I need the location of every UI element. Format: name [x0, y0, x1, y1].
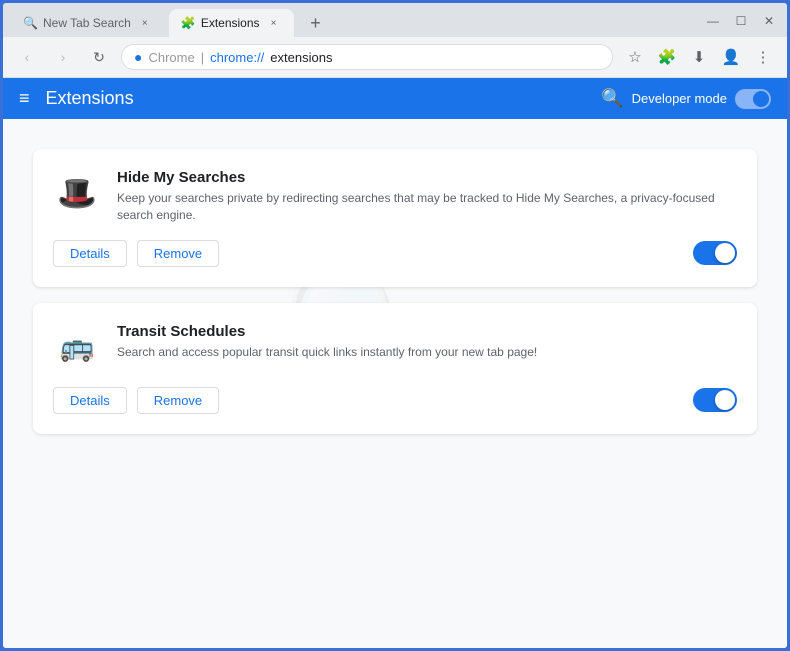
tab-new-tab-search[interactable]: 🔍 New Tab Search ×: [11, 9, 165, 37]
back-button[interactable]: ‹: [13, 43, 41, 71]
extension-description-2: Search and access popular transit quick …: [117, 344, 737, 361]
extension-info-2: Transit Schedules Search and access popu…: [117, 323, 737, 371]
tab-new-tab-search-label: New Tab Search: [43, 16, 131, 30]
extension-card-hide-my-searches: 🎩 Hide My Searches Keep your searches pr…: [33, 149, 757, 287]
minimize-button[interactable]: —: [703, 14, 723, 28]
tab-search-icon: 🔍: [23, 16, 37, 30]
extensions-header: ≡ Extensions 🔍 Developer mode: [3, 78, 787, 119]
hide-my-searches-toggle[interactable]: [693, 241, 737, 265]
transit-schedules-toggle[interactable]: [693, 388, 737, 412]
forward-button[interactable]: ›: [49, 43, 77, 71]
extension-name-2: Transit Schedules: [117, 323, 737, 340]
developer-mode-toggle[interactable]: [735, 89, 771, 109]
address-separator: |: [201, 50, 204, 65]
window-controls: — ☐ ✕: [703, 14, 779, 32]
address-path: extensions: [270, 50, 332, 65]
transit-schedules-remove-button[interactable]: Remove: [137, 387, 219, 414]
hide-my-searches-details-button[interactable]: Details: [53, 240, 127, 267]
extension-name: Hide My Searches: [117, 169, 737, 186]
transit-schedules-details-button[interactable]: Details: [53, 387, 127, 414]
hide-my-searches-remove-button[interactable]: Remove: [137, 240, 219, 267]
extension-card-top: 🎩 Hide My Searches Keep your searches pr…: [53, 169, 737, 224]
main-content: 🔍 rish.com 🎩 Hide My Searches Keep your …: [3, 119, 787, 648]
tab-extensions-label: Extensions: [201, 16, 260, 30]
downloads-button[interactable]: ⬇: [685, 43, 713, 71]
address-bar[interactable]: ● Chrome | chrome:// extensions: [121, 44, 613, 70]
extension-card-top-2: 🚌 Transit Schedules Search and access po…: [53, 323, 737, 371]
address-protocol: chrome://: [210, 50, 264, 65]
menu-button[interactable]: ⋮: [749, 43, 777, 71]
nav-actions: ☆ 🧩 ⬇ 👤 ⋮: [621, 43, 777, 71]
tab-extensions-close[interactable]: ×: [266, 15, 282, 31]
extensions-page-title: Extensions: [46, 88, 602, 109]
extension-card-bottom-2: Details Remove: [53, 387, 737, 414]
extension-description: Keep your searches private by redirectin…: [117, 190, 737, 224]
tab-extensions-icon: 🧩: [181, 16, 195, 30]
transit-schedules-icon: 🚌: [53, 323, 101, 371]
developer-mode-section: 🔍 Developer mode: [601, 88, 771, 109]
new-tab-button[interactable]: +: [302, 9, 330, 37]
profile-button[interactable]: 👤: [717, 43, 745, 71]
extensions-button[interactable]: 🧩: [653, 43, 681, 71]
title-bar: 🔍 New Tab Search × 🧩 Extensions × + — ☐ …: [3, 3, 787, 37]
extension-card-transit-schedules: 🚌 Transit Schedules Search and access po…: [33, 303, 757, 434]
browser-window: 🔍 New Tab Search × 🧩 Extensions × + — ☐ …: [0, 0, 790, 651]
nav-bar: ‹ › ↻ ● Chrome | chrome:// extensions ☆ 🧩…: [3, 37, 787, 78]
extension-info: Hide My Searches Keep your searches priv…: [117, 169, 737, 224]
tab-new-tab-search-close[interactable]: ×: [137, 15, 153, 31]
close-button[interactable]: ✕: [759, 14, 779, 28]
hamburger-menu-button[interactable]: ≡: [19, 88, 30, 109]
address-brand: Chrome: [148, 50, 194, 65]
address-security-icon: ●: [134, 49, 142, 65]
developer-mode-label: Developer mode: [632, 91, 727, 106]
bookmark-button[interactable]: ☆: [621, 43, 649, 71]
search-extensions-button[interactable]: 🔍: [601, 88, 623, 109]
extension-card-bottom: Details Remove: [53, 240, 737, 267]
reload-button[interactable]: ↻: [85, 43, 113, 71]
maximize-button[interactable]: ☐: [731, 14, 751, 28]
hide-my-searches-icon: 🎩: [53, 169, 101, 217]
tab-extensions[interactable]: 🧩 Extensions ×: [169, 9, 294, 37]
